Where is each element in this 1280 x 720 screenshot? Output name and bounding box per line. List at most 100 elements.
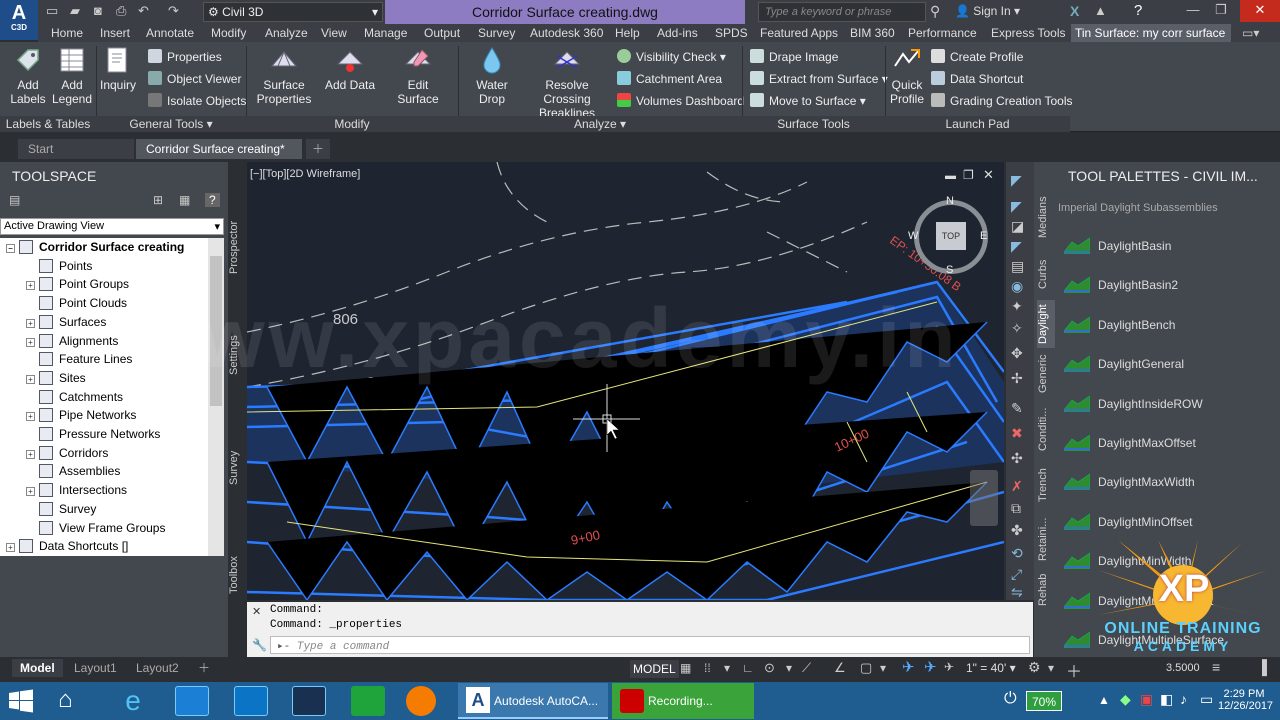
viewport-restore-button[interactable]: ❐: [963, 168, 974, 182]
tray-speaker-icon[interactable]: ◧: [1160, 691, 1173, 708]
extract-from-surface-button[interactable]: Extract from Surface ▾: [750, 69, 888, 89]
copy-tool-icon[interactable]: ⧉: [1011, 500, 1021, 517]
tree-item[interactable]: +Pressure Networks: [26, 425, 160, 444]
expand-icon[interactable]: +: [26, 281, 35, 291]
tree-item[interactable]: + Intersections: [26, 481, 127, 500]
tree-item[interactable]: − Corridor Surface creating: [6, 238, 184, 257]
app-menu-button[interactable]: A C3D: [0, 0, 38, 40]
point-tool-icon[interactable]: ✣: [1011, 450, 1023, 467]
palette-item[interactable]: DaylightInsideROW: [1063, 394, 1203, 414]
tree-scrollbar[interactable]: [208, 238, 224, 556]
isolate-objects-button[interactable]: Isolate Objects: [148, 91, 246, 111]
tab-bim-360[interactable]: BIM 360: [846, 24, 899, 42]
outlook-icon[interactable]: [175, 686, 209, 716]
tab-annotate[interactable]: Annotate: [142, 24, 198, 42]
viewport-minimize-button[interactable]: ▬: [945, 170, 956, 182]
workspace-menu-icon[interactable]: ▾: [1048, 661, 1054, 675]
ortho-toggle-icon[interactable]: ∟: [742, 661, 754, 675]
expand-icon[interactable]: +: [26, 374, 35, 384]
undo-icon[interactable]: ↶: [138, 3, 149, 21]
navigation-bar[interactable]: [970, 470, 998, 526]
viewcube-top-face[interactable]: TOP: [936, 222, 966, 250]
palette-item[interactable]: DaylightBasin2: [1063, 275, 1178, 295]
volumes-dashboard-button[interactable]: Volumes Dashboard: [617, 91, 744, 111]
compass-north[interactable]: N: [946, 195, 954, 207]
new-layout-button[interactable]: ＋: [190, 659, 218, 677]
taskbar-clock[interactable]: 2:29 PM 12/26/2017: [1218, 688, 1273, 712]
tab-output[interactable]: Output: [420, 24, 464, 42]
palette-tab-medians[interactable]: Medians: [1037, 192, 1055, 242]
toolspace-help-icon[interactable]: ?: [205, 193, 220, 207]
layout-tab-model[interactable]: Model: [12, 659, 63, 677]
snap-tool-icon[interactable]: ✦: [1011, 298, 1023, 315]
select-tool-icon[interactable]: ◤: [1011, 172, 1022, 189]
tray-volume-icon[interactable]: ♪: [1180, 691, 1187, 707]
panel-analyze[interactable]: Analyze ▾: [458, 116, 742, 132]
tab-help[interactable]: Help: [611, 24, 644, 42]
layer-tool-icon[interactable]: ▤: [1011, 258, 1024, 275]
annotation-scale-select[interactable]: 1" = 40' ▾: [966, 661, 1016, 675]
side-tab-prospector[interactable]: Prospector: [228, 212, 246, 282]
print-icon[interactable]: ⎙: [116, 3, 126, 21]
compass-east[interactable]: E: [980, 230, 987, 242]
viewport-close-button[interactable]: ✕: [983, 167, 994, 183]
remote-desktop-icon[interactable]: [234, 686, 268, 716]
expand-icon[interactable]: +: [26, 412, 35, 422]
exchange-icon[interactable]: X: [1070, 3, 1079, 19]
tree-item[interactable]: +Point Clouds: [26, 294, 127, 313]
show-hidden-icons[interactable]: ▲: [1098, 693, 1110, 707]
tree-item[interactable]: + Alignments: [26, 332, 118, 351]
tree-item[interactable]: +Points: [26, 257, 92, 276]
workspace-select[interactable]: ⚙ Civil 3D ▾: [203, 2, 383, 22]
tab-add-ins[interactable]: Add-ins: [653, 24, 702, 42]
zoom-value[interactable]: 3.5000: [1166, 662, 1200, 674]
redo-icon[interactable]: ↷: [168, 3, 179, 21]
otrack-toggle-icon[interactable]: ∠: [834, 660, 846, 676]
binoculars-icon[interactable]: ⚲: [930, 3, 940, 20]
grip-tool-icon[interactable]: ✥: [1011, 345, 1023, 362]
zoom-tool-icon[interactable]: ◪: [1011, 218, 1024, 235]
tree-item[interactable]: +Assemblies: [26, 462, 120, 481]
drape-image-button[interactable]: Drape Image: [750, 47, 838, 67]
panel-labels-tables[interactable]: Labels & Tables: [0, 116, 96, 132]
toolspace-tree-icon[interactable]: ⊞: [153, 193, 163, 207]
tray-network-icon[interactable]: ▣: [1140, 691, 1153, 708]
expand-icon[interactable]: −: [6, 244, 15, 253]
tree-item[interactable]: + Data Shortcuts []: [6, 537, 128, 556]
compass-west[interactable]: W: [908, 230, 918, 242]
tab-view[interactable]: View: [317, 24, 351, 42]
media-player-icon[interactable]: [406, 686, 436, 716]
add-legend-button[interactable]: Add Legend: [50, 46, 94, 106]
tab-autodesk-360[interactable]: Autodesk 360: [526, 24, 607, 42]
palette-tab-trench[interactable]: Trench: [1037, 460, 1055, 510]
object-viewer-button[interactable]: Object Viewer: [148, 69, 241, 89]
pan-tool-icon[interactable]: ◤: [1011, 198, 1022, 215]
polar-toggle-icon[interactable]: ⊙: [764, 660, 775, 676]
tree-item[interactable]: + Surfaces: [26, 313, 106, 332]
arrow-tool-icon[interactable]: ◤: [1011, 238, 1022, 255]
rotate-tool-icon[interactable]: ⟲: [1011, 545, 1023, 562]
tree-item[interactable]: +Catchments: [26, 388, 123, 407]
lenovo-icon[interactable]: [292, 686, 326, 716]
units-add-icon[interactable]: ＋: [1066, 658, 1082, 682]
close-button[interactable]: ✕: [1240, 0, 1280, 22]
active-drawing-view-select[interactable]: Active Drawing View ▾: [0, 218, 224, 235]
autodesk-a360-icon[interactable]: ▲: [1094, 3, 1107, 18]
palette-tab-conditional[interactable]: Conditi...: [1037, 402, 1055, 456]
surface-properties-button[interactable]: Surface Properties: [254, 46, 314, 106]
tray-message-icon[interactable]: ▭: [1200, 691, 1213, 708]
store-icon[interactable]: [351, 686, 385, 716]
tab-insert[interactable]: Insert: [96, 24, 134, 42]
expand-icon[interactable]: +: [26, 449, 35, 459]
compass-south[interactable]: S: [946, 264, 953, 276]
minimize-button[interactable]: —: [1180, 0, 1206, 22]
isodraft-toggle-icon[interactable]: ⟋: [802, 660, 811, 676]
tab-tin-surface-context[interactable]: Tin Surface: my corr surface: [1071, 24, 1231, 42]
file-tab-drawing[interactable]: Corridor Surface creating* ✕: [136, 139, 302, 176]
grid-toggle-icon[interactable]: ▦: [680, 661, 691, 675]
palette-tab-generic[interactable]: Generic: [1037, 350, 1055, 398]
maximize-button[interactable]: ❐: [1208, 0, 1234, 22]
side-tab-survey[interactable]: Survey: [228, 445, 246, 490]
open-folder-icon[interactable]: ▰: [70, 3, 80, 21]
sign-in-button[interactable]: 👤 Sign In ▾: [955, 4, 1020, 18]
